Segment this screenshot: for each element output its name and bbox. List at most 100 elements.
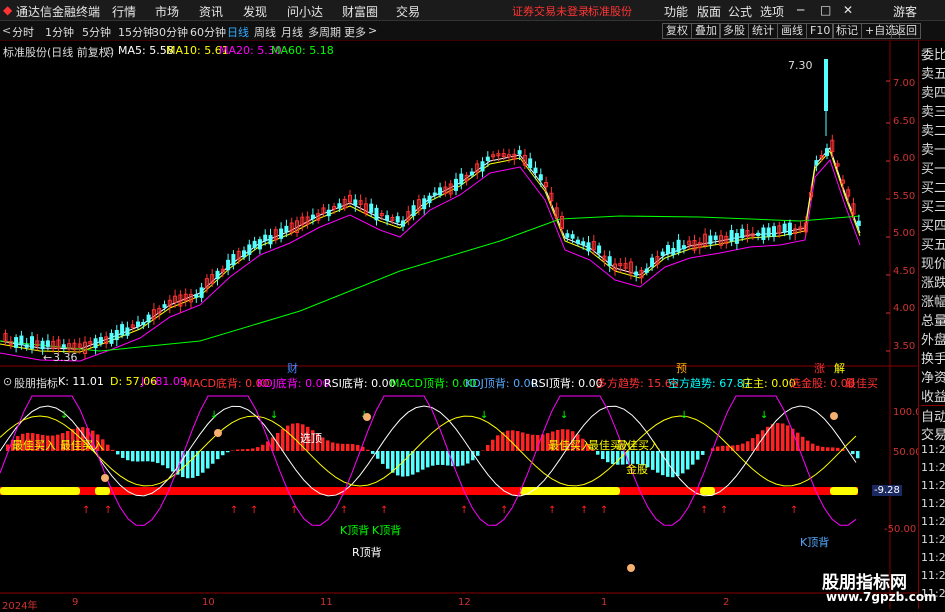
macd-bar <box>756 434 760 451</box>
mark-button[interactable]: 标记 <box>832 23 862 39</box>
period-tab[interactable]: 15分钟 <box>118 24 154 40</box>
candle-body <box>826 149 829 156</box>
period-tab[interactable]: 60分钟 <box>190 24 226 40</box>
arrow-up-icon: ↑ <box>600 505 608 516</box>
macd-bar <box>341 444 345 451</box>
sidebar-item: 买二 <box>921 177 945 196</box>
watermark-url: www.7gpzb.com <box>826 590 937 604</box>
settings-icon[interactable]: ⊙ <box>105 44 114 57</box>
arrow-down-icon: ↓ <box>270 410 278 421</box>
event-marker[interactable]: 解 <box>834 360 845 376</box>
menu-trade[interactable]: 交易 <box>396 3 420 20</box>
arrow-up-icon: ↑ <box>380 505 388 516</box>
candle-body <box>741 229 744 237</box>
menu-function[interactable]: 功能 <box>664 3 688 20</box>
x-tick: 2024年 <box>2 597 37 612</box>
back-button[interactable]: 返回 <box>891 23 921 39</box>
menu-quotes[interactable]: 行情 <box>112 3 136 20</box>
ind-dealer: 庄主: 0.00 <box>742 375 796 391</box>
ind-rsi-bottom: RSI底背: 0.00 <box>324 375 396 391</box>
auto-trade-tab[interactable]: 自动 <box>921 405 945 425</box>
period-tab[interactable]: 多周期 <box>308 24 341 40</box>
login-status[interactable]: 证券交易未登录 <box>512 3 589 19</box>
macd-bar <box>386 451 390 469</box>
macd-bar <box>206 451 210 468</box>
event-marker[interactable]: 涨 <box>814 360 825 376</box>
macd-bar <box>786 425 790 451</box>
ind-k: K: 11.01 <box>58 375 104 388</box>
stock-name-title: 标准股份 <box>588 3 632 19</box>
menu-market[interactable]: 市场 <box>155 3 179 20</box>
event-marker[interactable]: 财 <box>287 360 298 376</box>
period-tab[interactable]: 5分钟 <box>82 24 111 40</box>
candle-body <box>566 234 569 237</box>
candle-body <box>46 341 49 347</box>
candle-body <box>232 255 235 265</box>
macd-bar <box>396 451 400 475</box>
period-tab[interactable]: 30分钟 <box>152 24 188 40</box>
candle-body <box>338 204 341 208</box>
candle-body <box>253 241 256 247</box>
period-tab[interactable]: 分时 <box>12 24 34 40</box>
macd-bar <box>141 451 145 461</box>
arrow-down-icon: ↓ <box>210 410 218 421</box>
statistics-button[interactable]: 统计 <box>748 23 778 39</box>
kline-chart[interactable]: ↓↑↑↓↑↑↓↑↑↓↑↑↓↑↑↓↑↑↓↑↑↓↑ <box>0 41 917 609</box>
signal-label: 最佳买入 <box>548 437 592 453</box>
macd-bar <box>56 435 60 451</box>
period-tab[interactable]: 月线 <box>281 24 303 40</box>
event-marker[interactable]: 预 <box>676 360 687 376</box>
chevron-right-icon[interactable]: > <box>368 24 377 37</box>
period-tab[interactable]: 1分钟 <box>45 24 74 40</box>
time-item: 11:29 <box>921 479 945 492</box>
period-tab-more[interactable]: 更多 <box>344 24 366 40</box>
multi-stock-button[interactable]: 多股 <box>719 23 749 39</box>
chevron-left-icon[interactable]: < <box>2 24 11 37</box>
macd-bar <box>511 430 515 451</box>
minimize-icon[interactable]: ─ <box>797 3 804 17</box>
draw-line-button[interactable]: 画线 <box>777 23 807 39</box>
candle-body <box>99 338 102 344</box>
candle-body <box>518 151 521 154</box>
y-tick: 4.00 <box>893 303 915 314</box>
guest-label[interactable]: 游客 <box>893 3 917 20</box>
close-icon[interactable]: ✕ <box>843 3 853 17</box>
candle-body <box>311 215 314 218</box>
overlay-button[interactable]: 叠加 <box>691 23 721 39</box>
period-tab-active[interactable]: 日线 <box>227 24 249 40</box>
macd-bar <box>236 450 240 451</box>
arrow-up-icon: ↑ <box>500 505 508 516</box>
sidebar-item: 外盘 <box>921 329 945 348</box>
candle-body <box>767 228 770 236</box>
arrow-up-icon: ↑ <box>230 505 238 516</box>
menu-layout[interactable]: 版面 <box>697 3 721 20</box>
menu-formula[interactable]: 公式 <box>728 3 752 20</box>
arrow-up-icon: ↑ <box>250 505 258 516</box>
macd-bar <box>151 451 155 462</box>
menu-ask[interactable]: 问小达 <box>287 3 323 20</box>
maximize-icon[interactable]: □ <box>820 3 831 17</box>
menu-discover[interactable]: 发现 <box>243 3 267 20</box>
candle-body <box>25 345 28 348</box>
macd-bar <box>621 451 625 465</box>
candle-body <box>481 162 484 171</box>
indicator-settings-icon[interactable]: ⊙ <box>3 375 12 388</box>
period-tab[interactable]: 周线 <box>254 24 276 40</box>
candle-body <box>470 172 473 175</box>
auto-trade-tab[interactable]: 交易 <box>921 424 945 443</box>
candle-body <box>386 216 389 221</box>
f10-button[interactable]: F10 <box>806 23 834 39</box>
menu-options[interactable]: 选项 <box>760 3 784 20</box>
candle-body <box>788 223 791 235</box>
menu-wealth[interactable]: 财富圈 <box>342 3 378 20</box>
time-item: 11:29 <box>921 443 945 456</box>
menu-news[interactable]: 资讯 <box>199 3 223 20</box>
macd-bar <box>331 442 335 451</box>
candle-body <box>486 157 489 160</box>
adjust-button[interactable]: 复权 <box>662 23 692 39</box>
macd-bar <box>226 451 230 452</box>
arrow-up-icon: ↑ <box>340 505 348 516</box>
candle-body <box>269 236 272 244</box>
macd-bar <box>681 451 685 473</box>
sidebar-item: 委比 <box>921 44 945 63</box>
